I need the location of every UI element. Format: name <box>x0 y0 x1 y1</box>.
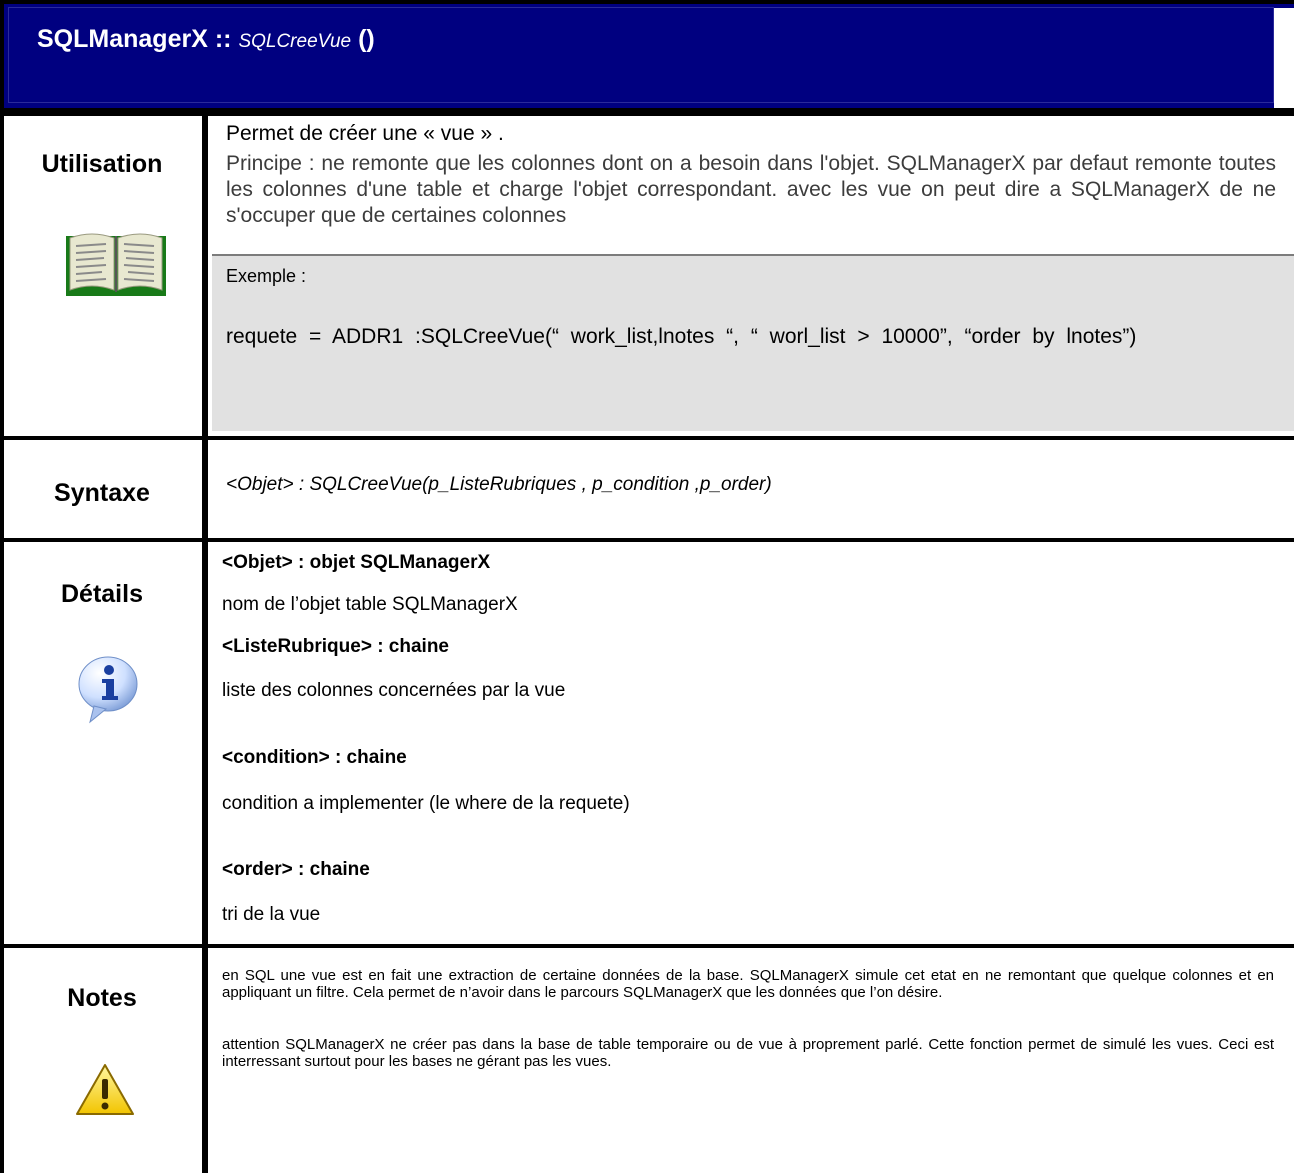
param-objet-name: <Objet> : objet SQLManagerX <box>222 552 491 573</box>
param-condition-desc: condition a implementer (le where de la … <box>222 793 630 814</box>
example-title: Exemple : <box>226 266 307 286</box>
method-parens: () <box>358 25 375 53</box>
header-frame <box>8 7 1274 103</box>
row-separator-3 <box>0 944 1294 948</box>
class-name: SQLManagerX :: <box>37 25 232 53</box>
param-condition-name: <condition> : chaine <box>222 747 407 768</box>
page-title: SQLManagerX :: SQLCreeVue () <box>37 25 375 54</box>
info-icon <box>72 652 142 729</box>
row-separator-1 <box>0 436 1294 440</box>
syntaxe-text: <Objet> : SQLCreeVue(p_ListeRubriques , … <box>226 474 772 495</box>
details-label: Détails <box>61 580 143 608</box>
example-code: requete = ADDR1 :SQLCreeVue(“ work_list,… <box>226 325 1137 348</box>
row-separator-2 <box>0 538 1294 542</box>
utilisation-label: Utilisation <box>41 150 163 178</box>
column-divider <box>202 108 208 1173</box>
notes-label: Notes <box>67 984 137 1012</box>
utilisation-line1: Permet de créer une « vue » . <box>226 122 504 145</box>
param-liste-name: <ListeRubrique> : chaine <box>222 636 449 657</box>
row-separator-top <box>0 108 1294 116</box>
header-shade <box>1274 8 1294 108</box>
param-order-name: <order> : chaine <box>222 859 370 880</box>
warning-icon <box>74 1062 136 1123</box>
param-objet-desc: nom de l’objet table SQLManagerX <box>222 594 518 615</box>
param-liste-desc: liste des colonnes concernées par la vue <box>222 680 566 701</box>
method-name: SQLCreeVue <box>238 31 352 52</box>
utilisation-principle: Principe : ne remonte que les colonnes d… <box>226 152 1276 227</box>
notes-paragraph-2: attention SQLManagerX ne créer pas dans … <box>222 1036 1274 1070</box>
notes-paragraph-1: en SQL une vue est en fait une extractio… <box>222 967 1274 1001</box>
book-icon <box>64 228 168 303</box>
frame-left-border <box>0 108 4 1173</box>
syntaxe-label: Syntaxe <box>54 479 150 507</box>
page-header: SQLManagerX :: SQLCreeVue () <box>0 0 1294 108</box>
param-order-desc: tri de la vue <box>222 904 321 925</box>
